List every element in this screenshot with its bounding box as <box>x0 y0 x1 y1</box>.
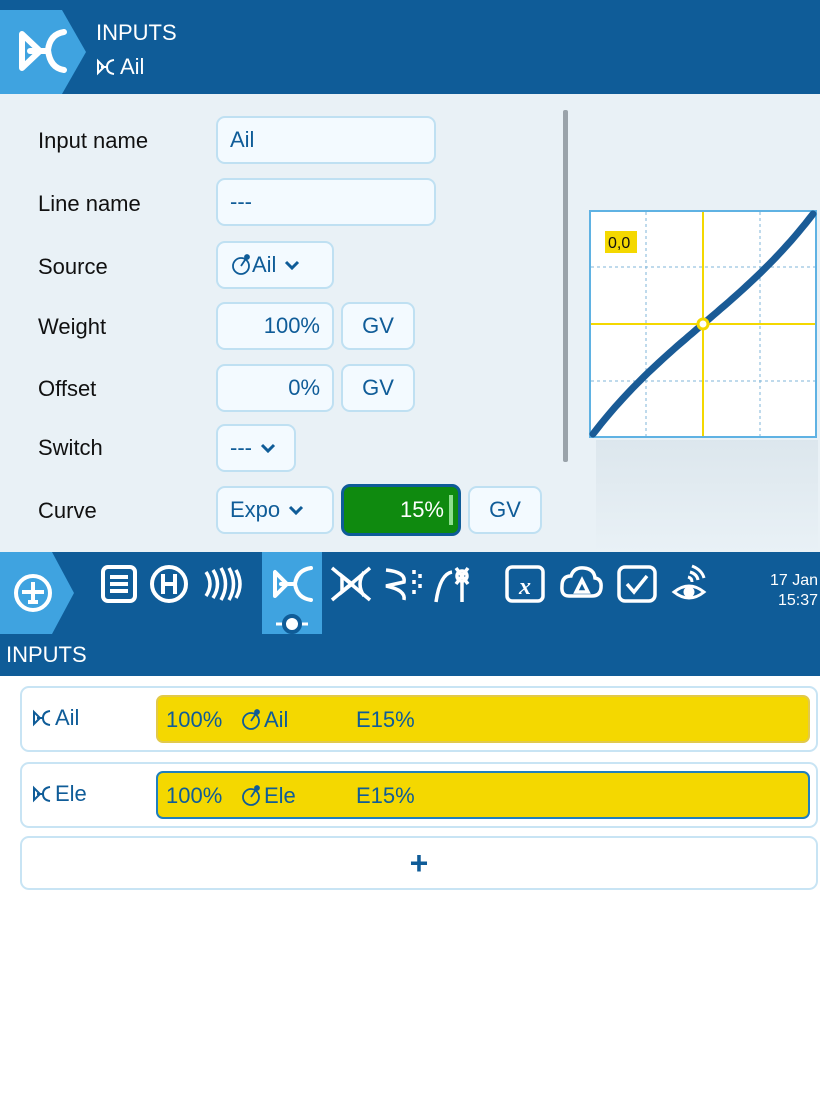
weight-gv-button[interactable]: GV <box>341 302 415 350</box>
input-row-name: Ail <box>32 705 79 731</box>
input-line[interactable]: 100% Ail E15% <box>156 695 810 743</box>
curve-type-value: Expo <box>230 497 281 522</box>
inputs-icon <box>273 566 313 602</box>
weight-label: Weight <box>38 314 107 339</box>
section-title: INPUTS <box>6 642 87 667</box>
stick-source-icon <box>232 254 250 275</box>
line-name-label: Line name <box>38 191 141 216</box>
curve-gv-label: GV <box>489 497 521 522</box>
offset-value: 0% <box>288 375 320 400</box>
input-name-field[interactable]: Ail <box>216 116 436 164</box>
line-name-field[interactable]: --- <box>216 178 436 226</box>
line-source-text: Ele <box>264 783 296 808</box>
line-source: Ele <box>240 783 296 809</box>
source-label: Source <box>38 254 108 279</box>
source-value: Ail <box>252 252 277 277</box>
home-tab[interactable] <box>0 552 76 634</box>
curve-value-field[interactable]: 15% <box>341 484 461 536</box>
input-line-selected[interactable]: 100% Ele E15% <box>156 771 810 819</box>
preview-fade <box>596 440 818 552</box>
tab-inputs[interactable] <box>262 552 322 636</box>
offset-label: Offset <box>38 376 97 401</box>
heli-icon[interactable] <box>146 562 192 606</box>
input-name-value: Ail <box>230 127 255 152</box>
line-curve: E15% <box>356 707 415 732</box>
dialog-subtitle-text: Ail <box>120 54 145 79</box>
weight-gv-label: GV <box>362 313 394 338</box>
curve-cursor-dot <box>696 317 710 331</box>
global-variables-icon[interactable]: x <box>502 562 548 606</box>
special-functions-icon[interactable] <box>614 562 660 606</box>
telemetry-icon[interactable] <box>666 562 712 606</box>
top-nav-bar: x 17 Jan 15:37 <box>0 552 820 636</box>
offset-gv-label: GV <box>362 375 394 400</box>
section-header <box>0 634 820 676</box>
mixes-icon[interactable] <box>328 562 374 606</box>
line-weight: 100% <box>166 783 223 808</box>
logical-switches-icon[interactable] <box>558 562 604 606</box>
input-row-name-text: Ele <box>55 781 87 806</box>
edit-cursor <box>449 495 453 525</box>
dialog-title: INPUTS <box>96 20 177 45</box>
line-source: Ail <box>240 707 288 733</box>
offset-gv-button[interactable]: GV <box>341 364 415 412</box>
inputs-icon <box>0 10 86 94</box>
scrollbar[interactable] <box>563 110 568 462</box>
svg-text:x: x <box>518 574 531 600</box>
active-tab-indicator <box>276 614 308 634</box>
stick-source-icon <box>242 709 260 730</box>
curve-value: 15% <box>399 497 444 522</box>
input-row-name-text: Ail <box>55 705 80 730</box>
weight-value: 100% <box>263 313 320 338</box>
date-label: 17 Jan <box>769 572 818 589</box>
notes-icon[interactable] <box>96 562 142 606</box>
curve-type-select[interactable]: Expo <box>216 486 334 534</box>
flight-modes-icon[interactable] <box>200 562 246 606</box>
curves-icon[interactable] <box>432 562 478 606</box>
time-label: 15:37 <box>777 592 818 609</box>
line-source-text: Ail <box>264 707 289 732</box>
switch-value: --- <box>230 435 252 460</box>
dialog-header: INPUTS Ail <box>0 0 820 94</box>
input-row[interactable]: Ele 100% Ele E15% <box>20 762 818 828</box>
input-edit-dialog: INPUTS Ail Input name Line name Source W… <box>0 0 820 552</box>
curve-gv-button[interactable]: GV <box>468 486 542 534</box>
curve-preview: 0,0 <box>589 210 817 438</box>
dialog-subtitle: Ail <box>96 54 144 80</box>
switch-label: Switch <box>38 435 103 460</box>
source-select[interactable]: Ail <box>216 241 334 289</box>
stick-source-icon <box>242 785 260 806</box>
add-label: + <box>409 845 429 881</box>
input-row[interactable]: Ail 100% Ail E15% <box>20 686 818 752</box>
input-name-label: Input name <box>38 128 149 153</box>
offset-field[interactable]: 0% <box>216 364 334 412</box>
curve-readout: 0,0 <box>608 235 630 252</box>
input-icon <box>97 58 115 76</box>
weight-field[interactable]: 100% <box>216 302 334 350</box>
line-name-value: --- <box>230 189 252 214</box>
line-curve: E15% <box>356 783 415 808</box>
add-input-button[interactable]: + <box>20 836 818 890</box>
line-weight: 100% <box>166 707 223 732</box>
chevron-down-icon <box>289 505 304 515</box>
input-row-name: Ele <box>32 781 87 807</box>
chevron-down-icon <box>285 260 300 270</box>
outputs-icon[interactable] <box>380 562 426 606</box>
curve-label: Curve <box>38 498 97 523</box>
input-icon <box>33 709 51 727</box>
input-icon <box>33 785 51 803</box>
switch-select[interactable]: --- <box>216 424 296 472</box>
chevron-down-icon <box>260 443 276 453</box>
